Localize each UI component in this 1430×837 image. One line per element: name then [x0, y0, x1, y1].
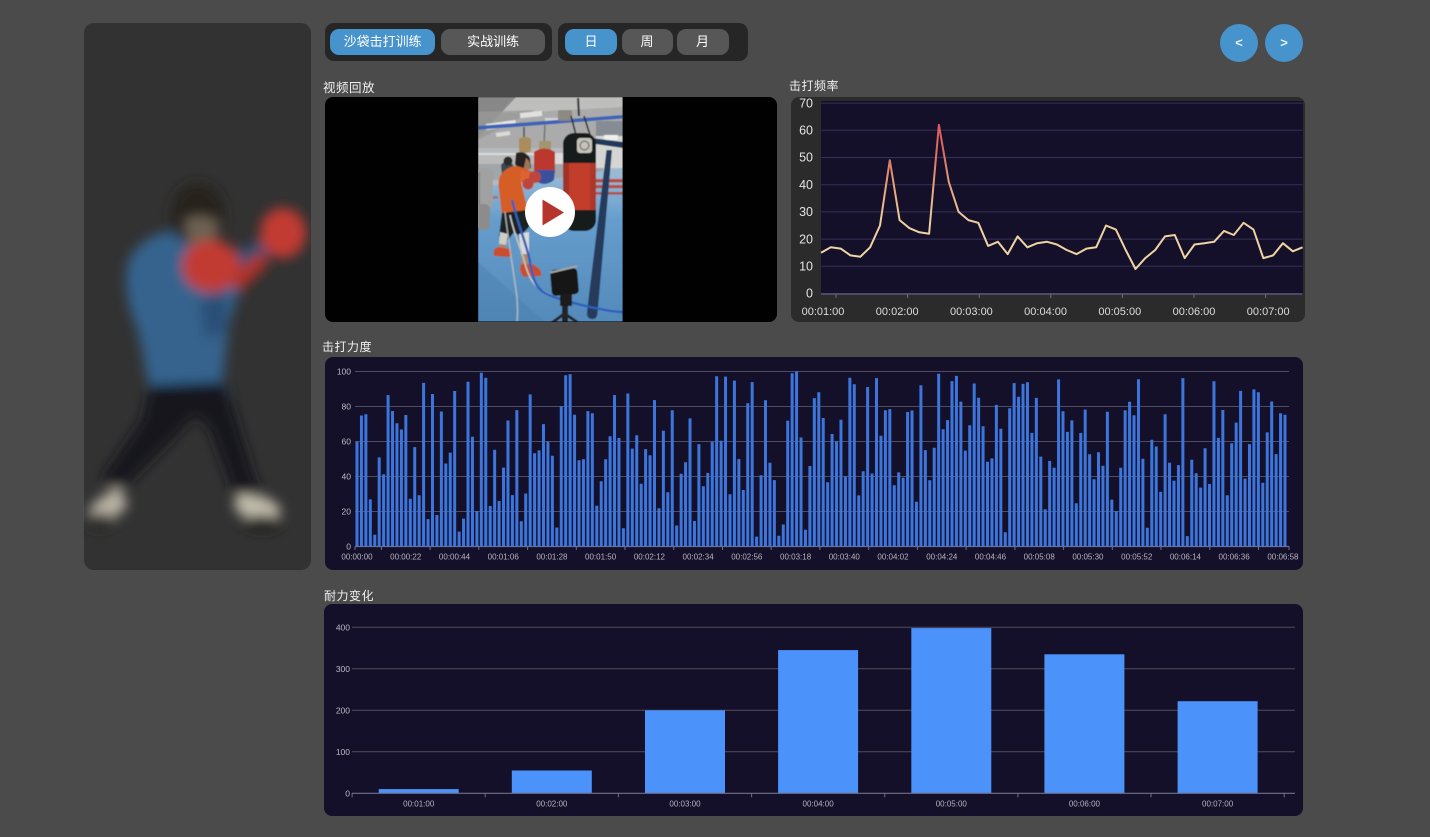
- svg-text:00:07:00: 00:07:00: [1202, 800, 1234, 809]
- svg-text:00:06:58: 00:06:58: [1267, 553, 1299, 562]
- svg-text:00:02:12: 00:02:12: [634, 553, 666, 562]
- svg-text:00:01:06: 00:01:06: [488, 553, 520, 562]
- svg-text:00:01:00: 00:01:00: [802, 306, 845, 318]
- svg-text:00:02:34: 00:02:34: [683, 553, 715, 562]
- svg-text:40: 40: [799, 178, 813, 192]
- svg-text:50: 50: [799, 151, 813, 165]
- svg-text:60: 60: [799, 124, 813, 138]
- svg-text:60: 60: [342, 437, 352, 447]
- svg-text:00:06:00: 00:06:00: [1173, 306, 1216, 318]
- svg-text:00:00:00: 00:00:00: [341, 553, 373, 562]
- svg-text:00:05:00: 00:05:00: [936, 800, 968, 809]
- svg-text:00:02:00: 00:02:00: [876, 306, 919, 318]
- svg-text:20: 20: [799, 232, 813, 246]
- svg-text:0: 0: [345, 788, 350, 798]
- svg-text:300: 300: [336, 664, 350, 674]
- svg-text:00:01:00: 00:01:00: [403, 800, 435, 809]
- svg-text:40: 40: [342, 472, 352, 482]
- svg-text:00:05:08: 00:05:08: [1024, 553, 1056, 562]
- svg-text:10: 10: [799, 260, 813, 274]
- svg-text:70: 70: [799, 96, 813, 110]
- svg-text:00:00:44: 00:00:44: [439, 553, 471, 562]
- svg-text:00:03:00: 00:03:00: [669, 800, 701, 809]
- svg-text:00:04:00: 00:04:00: [803, 800, 835, 809]
- svg-text:20: 20: [342, 507, 352, 517]
- svg-text:00:06:36: 00:06:36: [1219, 553, 1251, 562]
- svg-text:400: 400: [336, 622, 350, 632]
- svg-text:00:05:52: 00:05:52: [1121, 553, 1153, 562]
- svg-text:00:04:00: 00:04:00: [1024, 306, 1067, 318]
- svg-text:100: 100: [337, 367, 351, 377]
- svg-text:00:03:40: 00:03:40: [829, 553, 861, 562]
- svg-text:00:07:00: 00:07:00: [1247, 306, 1290, 318]
- svg-text:0: 0: [806, 287, 813, 301]
- svg-text:0: 0: [346, 542, 351, 552]
- svg-text:00:00:22: 00:00:22: [390, 553, 422, 562]
- svg-text:00:01:50: 00:01:50: [585, 553, 617, 562]
- svg-text:100: 100: [336, 747, 350, 757]
- svg-text:00:05:00: 00:05:00: [1098, 306, 1141, 318]
- svg-text:00:02:56: 00:02:56: [731, 553, 763, 562]
- svg-text:00:06:00: 00:06:00: [1069, 800, 1101, 809]
- svg-text:00:04:02: 00:04:02: [877, 553, 909, 562]
- svg-text:00:03:00: 00:03:00: [950, 306, 993, 318]
- svg-text:00:06:14: 00:06:14: [1170, 553, 1202, 562]
- svg-text:00:01:28: 00:01:28: [536, 553, 568, 562]
- svg-text:30: 30: [799, 205, 813, 219]
- svg-text:00:05:30: 00:05:30: [1072, 553, 1104, 562]
- svg-text:00:04:46: 00:04:46: [975, 553, 1007, 562]
- svg-text:00:04:24: 00:04:24: [926, 553, 958, 562]
- svg-text:80: 80: [342, 402, 352, 412]
- svg-text:200: 200: [336, 705, 350, 715]
- svg-text:00:02:00: 00:02:00: [536, 800, 568, 809]
- svg-text:00:03:18: 00:03:18: [780, 553, 812, 562]
